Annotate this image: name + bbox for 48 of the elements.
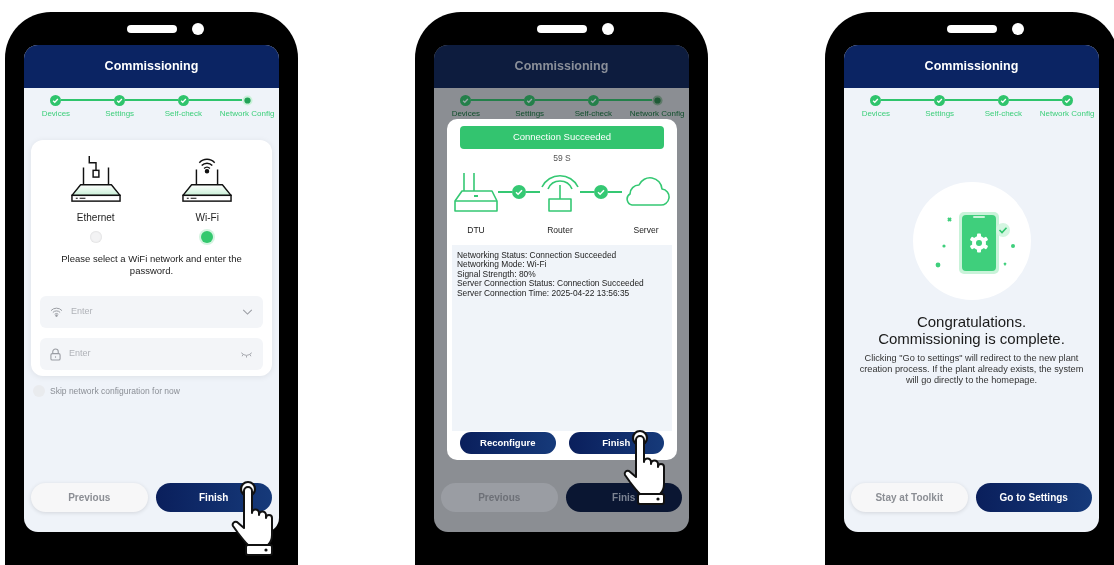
detail-line: Signal Strength: 80% <box>457 269 537 280</box>
chevron-down-icon <box>242 309 253 315</box>
detail-line: Server Connection Status: Connection Succeeded <box>457 279 645 289</box>
step-label: Self-check <box>574 108 613 120</box>
success-heading: Congratulations. Commissioning is complete. <box>877 313 1066 347</box>
step-label: Settings <box>925 108 955 120</box>
screen-title: Commissioning <box>924 58 1019 76</box>
wired-router-icon <box>69 154 122 204</box>
step-label: Settings <box>105 108 135 120</box>
network-field[interactable]: Enter <box>40 296 263 328</box>
step-label: Devices <box>451 108 481 120</box>
step-label: Network Config <box>629 108 685 120</box>
eye-closed-icon <box>240 350 253 358</box>
speaker-slot <box>946 24 997 33</box>
detail-line: Server Connection Time: 2025-04-22 13:56:35 <box>457 288 631 299</box>
primary-button[interactable]: Reconfigure <box>460 432 556 454</box>
lock-icon <box>50 347 61 361</box>
dtu-device-icon <box>454 170 498 213</box>
status-banner: Connection Succeeded <box>460 126 664 149</box>
step-label: Network Config <box>1039 108 1095 120</box>
primary-button[interactable]: Go to Settings <box>975 483 1092 512</box>
wifi-icon <box>50 307 63 317</box>
success-message: Clicking "Go to settings" will redirect to the new plant creation process. If the plant already exists, the system will go directly to the homepage. <box>858 353 1085 386</box>
screen-title: Commissioning <box>104 58 199 76</box>
password-field[interactable]: Enter <box>40 338 263 370</box>
step-label: Self-check <box>164 108 203 120</box>
option-label: Ethernet <box>76 211 115 225</box>
instruction-text: Please select a WiFi network and enter the password. <box>60 253 243 276</box>
screen-title: Commissioning <box>514 58 609 76</box>
option-label: Wi-Fi <box>195 211 219 225</box>
detail-line: Networking Status: Connection Succeeded <box>457 250 618 261</box>
step-label: Self-check <box>984 108 1023 120</box>
node-label: Server <box>633 223 659 237</box>
speaker-slot <box>536 24 587 33</box>
node-label: Router <box>547 223 573 237</box>
radio-button[interactable] <box>89 231 102 243</box>
step-label: Devices <box>861 108 891 120</box>
step-label: Settings <box>515 108 545 120</box>
radio-button[interactable] <box>201 231 214 243</box>
countdown-text: 59 S <box>553 152 571 165</box>
text-input[interactable]: Enter <box>69 347 232 361</box>
detail-line: Networking Mode: Wi-Fi <box>457 260 548 270</box>
skip-label: Skip network configuration for now <box>50 385 180 398</box>
text-input[interactable]: Enter <box>71 305 234 319</box>
step-label: Network Config <box>219 108 275 120</box>
step-label: Devices <box>41 108 71 120</box>
node-label: DTU <box>467 223 485 237</box>
speaker-slot <box>126 24 177 33</box>
